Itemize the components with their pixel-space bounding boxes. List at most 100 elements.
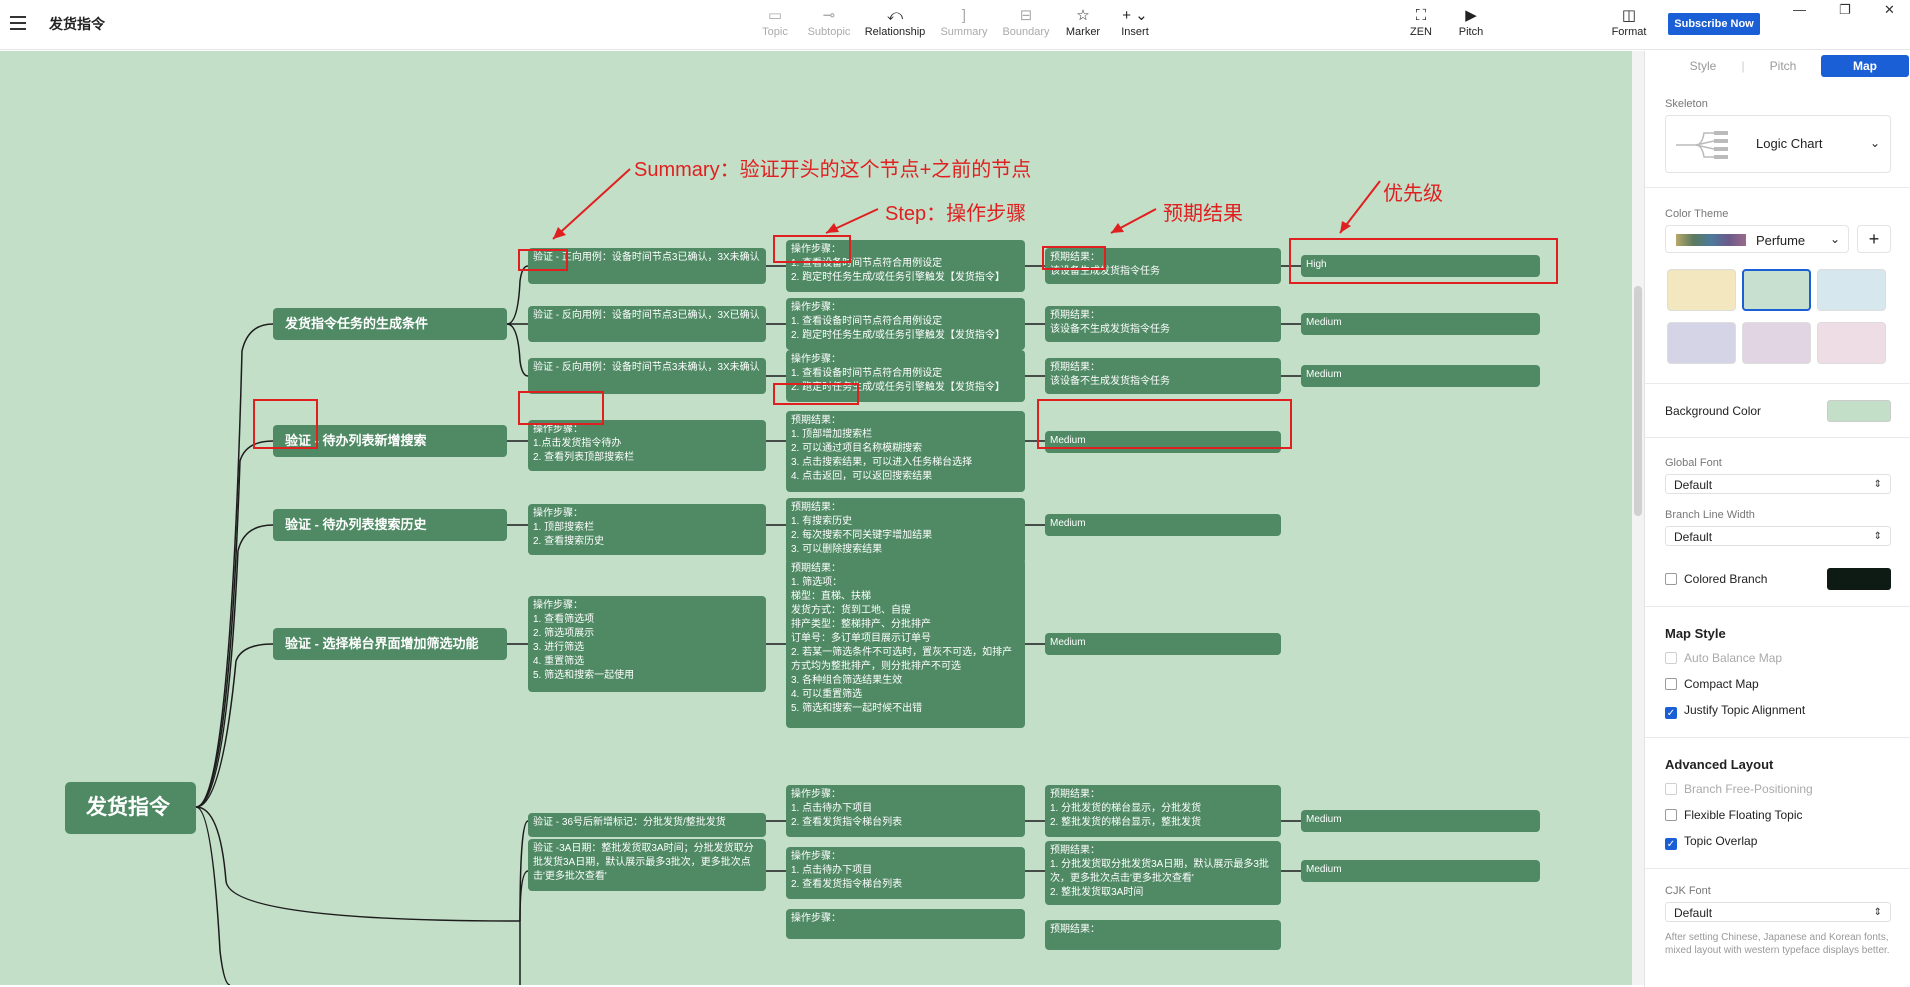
theme-option[interactable]	[1667, 322, 1736, 364]
global-font-label: Global Font	[1665, 457, 1722, 469]
step-topic[interactable]: 预期结果： 1. 有搜索历史 2. 每次搜索不同关键字增加结果 3. 可以删除搜…	[786, 498, 1025, 564]
priority-topic[interactable]: Medium	[1301, 313, 1540, 335]
vertical-scrollbar[interactable]	[1632, 51, 1644, 985]
tab-pitch[interactable]: Pitch	[1745, 55, 1821, 77]
tab-style[interactable]: Style	[1665, 55, 1741, 77]
summary-icon: ]	[961, 7, 967, 24]
priority-topic[interactable]: Medium	[1301, 860, 1540, 882]
summary-button[interactable]: ] Summary	[929, 6, 999, 38]
divider	[1645, 383, 1910, 384]
priority-topic[interactable]: Medium	[1045, 633, 1281, 655]
skeleton-value: Logic Chart	[1756, 136, 1823, 151]
step-topic[interactable]: 操作步骤： 1. 查看设备时间节点符合用例设定 2. 跑定时任务生成/或任务引擎…	[786, 298, 1025, 350]
theme-option[interactable]	[1667, 269, 1736, 311]
subtopic-button[interactable]: ⊸ Subtopic	[794, 6, 864, 38]
highlight-box	[773, 235, 851, 263]
theme-option[interactable]	[1817, 322, 1886, 364]
step-topic[interactable]: 预期结果： 1. 顶部增加搜索栏 2. 可以通过项目名称模糊搜索 3. 点击搜索…	[786, 411, 1025, 492]
flexible-floating-option[interactable]: Flexible Floating Topic	[1665, 807, 1803, 823]
skeleton-select[interactable]: Logic Chart ⌄	[1665, 115, 1891, 173]
logic-chart-icon	[1676, 131, 1728, 159]
divider	[1645, 868, 1910, 869]
pitch-button[interactable]: ▶ Pitch	[1436, 6, 1506, 38]
scroll-thumb[interactable]	[1634, 286, 1642, 516]
color-theme-label: Color Theme	[1665, 208, 1729, 220]
theme-palette-preview	[1676, 234, 1746, 246]
highlight-box	[253, 399, 318, 449]
result-topic[interactable]: 预期结果： 1. 分批发货取分批发货3A日期，默认展示最多3批次，更多批次点击'…	[1045, 841, 1281, 905]
subscribe-button[interactable]: Subscribe Now	[1668, 13, 1760, 35]
branch-width-value: Default	[1674, 530, 1713, 544]
mind-map-canvas[interactable]: 发货指令 发货指令任务的生成条件 验证 - 待办列表新增搜索 验证 - 待办列表…	[0, 51, 1632, 985]
step-topic[interactable]: 操作步骤： 1. 点击待办下项目 2. 查看发货指令梯台列表	[786, 785, 1025, 837]
branch-topic[interactable]: 验证 - 待办列表搜索历史	[273, 509, 507, 541]
theme-option[interactable]	[1742, 322, 1811, 364]
advanced-layout-title: Advanced Layout	[1665, 757, 1774, 772]
cjk-font-select[interactable]: Default ⇕	[1665, 902, 1891, 922]
free-positioning-option: Branch Free-Positioning	[1665, 781, 1813, 797]
case-topic[interactable]: 操作步骤： 1.点击发货指令待办 2. 查看列表顶部搜索栏	[528, 420, 766, 471]
highlight-box	[518, 391, 604, 425]
relationship-button[interactable]: ⤺ Relationship	[860, 6, 930, 38]
divider	[1645, 737, 1910, 738]
branch-topic[interactable]: 验证 - 选择梯台界面增加筛选功能	[273, 628, 507, 660]
root-topic[interactable]: 发货指令	[65, 782, 196, 834]
result-topic[interactable]: 预期结果： 该设备不生成发货指令任务	[1045, 358, 1281, 394]
checkbox-checked[interactable]: ✓	[1665, 838, 1677, 850]
case-topic[interactable]: 操作步骤： 1. 顶部搜索栏 2. 查看搜索历史	[528, 504, 766, 555]
branch-width-select[interactable]: Default ⇕	[1665, 526, 1891, 546]
tab-map[interactable]: Map	[1821, 55, 1909, 77]
checkbox[interactable]	[1665, 573, 1677, 585]
format-button[interactable]: ◫ Format	[1594, 6, 1664, 38]
relationship-icon: ⤺	[886, 7, 904, 24]
add-theme-button[interactable]: +	[1857, 225, 1891, 253]
insert-button[interactable]: + ⌄ Insert	[1100, 6, 1170, 38]
step-topic[interactable]: 预期结果： 1. 筛选项： 梯型：直梯、扶梯 发货方式：货到工地、自提 排产类型…	[786, 559, 1025, 728]
branch-topic[interactable]: 发货指令任务的生成条件	[273, 308, 507, 340]
step-topic[interactable]: 操作步骤：	[786, 909, 1025, 939]
background-color-swatch[interactable]	[1827, 400, 1891, 422]
divider	[1645, 437, 1910, 438]
justify-alignment-option[interactable]: ✓ Justify Topic Alignment	[1665, 702, 1805, 719]
case-topic[interactable]: 验证 - 反向用例：设备时间节点3未确认，3X未确认	[528, 358, 766, 394]
annotation-expected: 预期结果	[1163, 203, 1243, 225]
result-topic[interactable]: 预期结果： 该设备不生成发货指令任务	[1045, 306, 1281, 342]
checkbox-checked[interactable]: ✓	[1665, 707, 1677, 719]
highlight-box	[773, 383, 859, 405]
color-theme-value: Perfume	[1756, 233, 1806, 248]
updown-icon: ⇕	[1873, 907, 1882, 918]
menu-icon[interactable]	[10, 16, 26, 30]
color-theme-select[interactable]: Perfume ⌄	[1665, 225, 1849, 253]
checkbox[interactable]	[1665, 809, 1677, 821]
chevron-down-icon: ⌄	[1869, 136, 1880, 150]
annotation-summary: Summary：验证开头的这个节点+之前的节点	[634, 159, 1032, 181]
global-font-value: Default	[1674, 478, 1713, 492]
highlight-box	[518, 249, 568, 271]
result-topic[interactable]: 预期结果：	[1045, 920, 1281, 950]
step-topic[interactable]: 操作步骤： 1. 点击待办下项目 2. 查看发货指令梯台列表	[786, 847, 1025, 899]
priority-topic[interactable]: Medium	[1301, 810, 1540, 832]
priority-topic[interactable]: Medium	[1045, 514, 1281, 536]
divider	[1645, 606, 1910, 607]
priority-topic[interactable]: Medium	[1301, 365, 1540, 387]
case-topic[interactable]: 验证 -3A日期：整批发货取3A时间；分批发货取分批发货3A日期，默认展示最多3…	[528, 839, 766, 891]
compact-map-option[interactable]: Compact Map	[1665, 676, 1759, 692]
minimize-icon[interactable]: —	[1793, 2, 1806, 17]
theme-option[interactable]	[1817, 269, 1886, 311]
map-style-title: Map Style	[1665, 626, 1726, 641]
theme-option-selected[interactable]	[1742, 269, 1811, 311]
global-font-select[interactable]: Default ⇕	[1665, 474, 1891, 494]
annotation-step: Step：操作步骤	[885, 203, 1027, 225]
result-topic[interactable]: 预期结果： 1. 分批发货的梯台显示，分批发货 2. 整批发货的梯台显示，整批发…	[1045, 785, 1281, 837]
colored-branch-option[interactable]: Colored Branch	[1665, 571, 1767, 587]
topic-overlap-option[interactable]: ✓ Topic Overlap	[1665, 833, 1757, 850]
restore-icon[interactable]: ❐	[1839, 2, 1851, 18]
close-icon[interactable]: ✕	[1884, 2, 1895, 18]
case-topic[interactable]: 验证 - 36号后新增标记：分批发货/整批发货	[528, 813, 766, 837]
divider	[1645, 187, 1910, 188]
case-topic[interactable]: 操作步骤： 1. 查看筛选项 2. 筛选项展示 3. 进行筛选 4. 重置筛选 …	[528, 596, 766, 692]
highlight-box	[1289, 238, 1558, 284]
checkbox[interactable]	[1665, 678, 1677, 690]
branch-color-swatch[interactable]	[1827, 568, 1891, 590]
case-topic[interactable]: 验证 - 反向用例：设备时间节点3已确认，3X已确认	[528, 306, 766, 342]
